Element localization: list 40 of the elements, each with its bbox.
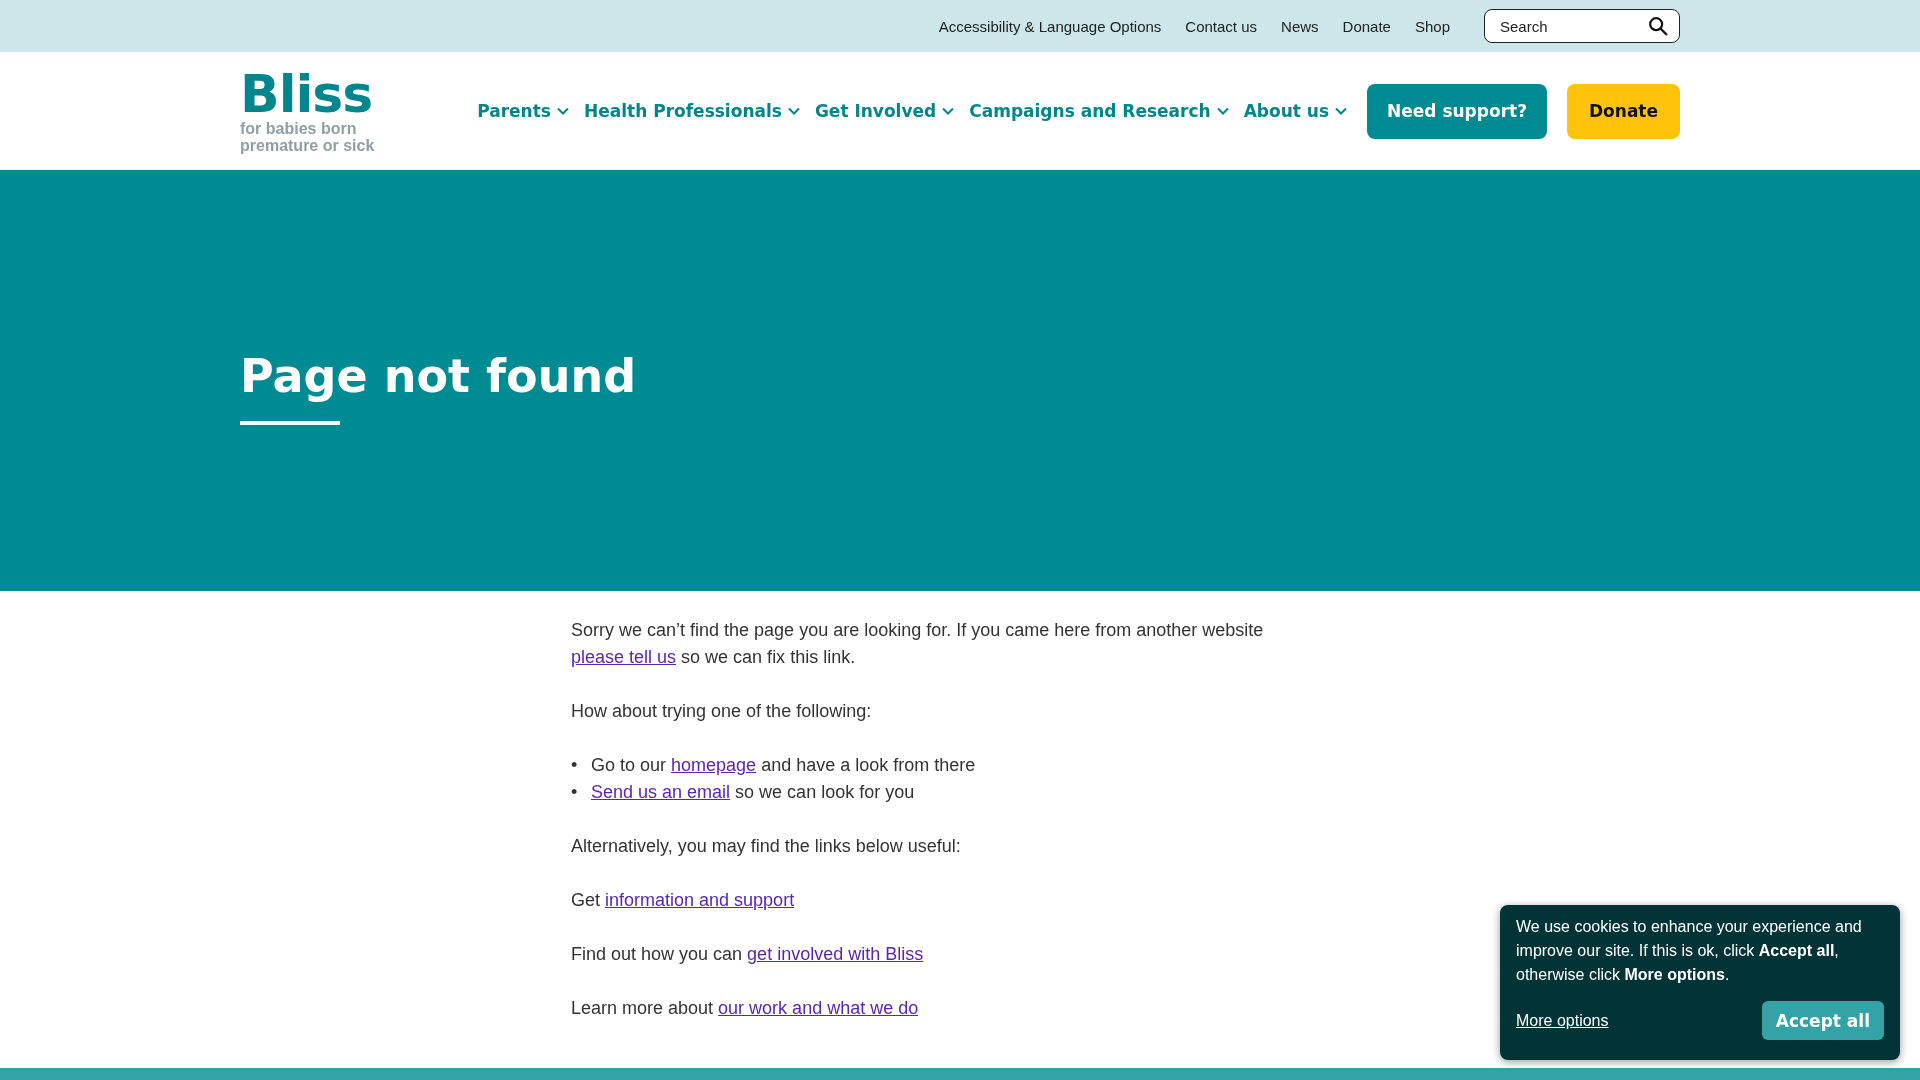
bullet: • bbox=[571, 781, 579, 804]
chevron-down-icon bbox=[787, 107, 800, 115]
text-link[interactable]: get involved with Bliss bbox=[747, 944, 924, 964]
chevron-down-icon bbox=[942, 107, 955, 115]
text-link[interactable]: information and support bbox=[605, 890, 795, 910]
chevron-down-icon bbox=[557, 107, 569, 115]
more-options-link[interactable]: More options bbox=[1516, 1011, 1609, 1030]
nav-menu-item[interactable]: Parents bbox=[477, 101, 569, 121]
utility-link[interactable]: Donate bbox=[1342, 17, 1391, 35]
paragraph: How about trying one of the following: bbox=[571, 700, 873, 723]
utility-link[interactable]: News bbox=[1281, 17, 1319, 35]
utility-link[interactable]: Shop bbox=[1414, 17, 1450, 35]
paragraph: Get information and support bbox=[571, 889, 796, 912]
donate-button[interactable]: Donate bbox=[1567, 83, 1680, 139]
chevron-down-icon bbox=[1216, 107, 1229, 115]
search-icon[interactable] bbox=[1647, 15, 1669, 37]
paragraph: Learn more about our work and what we do bbox=[571, 997, 920, 1020]
text-link[interactable]: Send us an email bbox=[591, 782, 731, 802]
paragraph: Alternatively, you may find the links below useful: bbox=[571, 835, 962, 858]
logo[interactable]: Bliss for babies born premature or sick bbox=[240, 68, 380, 154]
bullet: • bbox=[571, 754, 579, 777]
utility-link[interactable]: Contact us bbox=[1185, 17, 1258, 35]
text-link[interactable]: homepage bbox=[671, 755, 757, 775]
search-field[interactable]: Search bbox=[1484, 9, 1680, 43]
text-link[interactable]: our work and what we do bbox=[718, 998, 919, 1018]
nav-menu-item[interactable]: Campaigns and Research bbox=[969, 101, 1229, 121]
nav-menu-item[interactable]: About us bbox=[1243, 101, 1347, 121]
list-item: Send us an email so we can look for you bbox=[591, 781, 915, 804]
cookie-message: We use cookies to enhance your experience and improve our site. If this is ok, click Accept all, otherwise click More options. bbox=[1516, 917, 1863, 985]
nav-menu-item[interactable]: Get Involved bbox=[814, 101, 955, 121]
list-item: Go to our homepage and have a look from there bbox=[591, 754, 976, 777]
paragraph: Sorry we can’t find the page you are looking for. If you came here from another website please tell us so we can fix this link. bbox=[571, 619, 1265, 669]
text-link[interactable]: please tell us bbox=[571, 647, 677, 667]
search-input[interactable]: Search bbox=[1498, 16, 1647, 36]
paragraph: Find out how you can get involved with Bliss bbox=[571, 943, 925, 966]
support-button[interactable]: Need support? bbox=[1367, 83, 1547, 139]
chevron-down-icon bbox=[1335, 107, 1347, 115]
nav-menu-item[interactable]: Health Professionals bbox=[584, 101, 800, 121]
utility-link[interactable]: Accessibility & Language Options bbox=[938, 17, 1162, 35]
page-title: Page not found bbox=[240, 348, 638, 403]
